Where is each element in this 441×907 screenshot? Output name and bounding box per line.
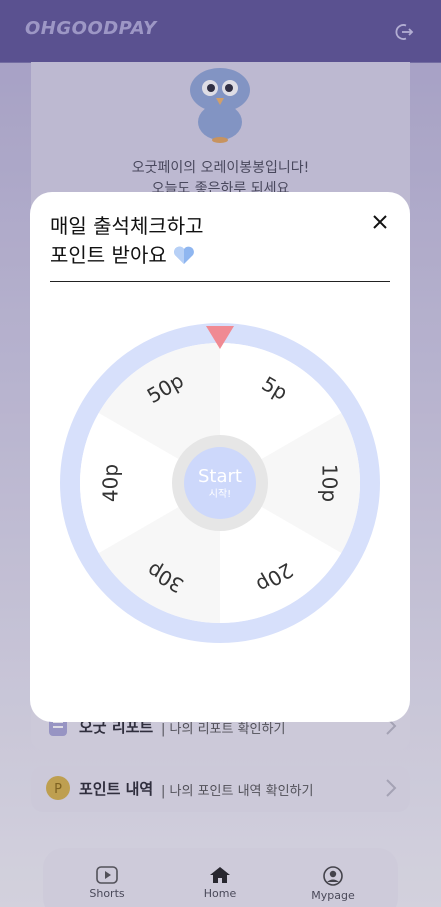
start-button-label: Start [198, 466, 242, 487]
app-header: OHGOODPAY [0, 0, 441, 63]
roulette-wheel: 5p10p20p30p40p50p Start 시작! [60, 323, 380, 643]
app-screen: OHGOODPAY 오굿페이의 오레이봉봉입니다! 오늘도 좋은하루 되세요 오… [0, 0, 441, 907]
wheel-segment-label: 40p [99, 464, 123, 502]
logout-icon[interactable] [394, 22, 414, 42]
brand-logo[interactable]: OHGOODPAY [25, 18, 157, 39]
attendance-modal: 매일 출석체크하고 포인트 받아요 5p 10p 20p 30p 40p 50p Star… [30, 192, 410, 722]
wheel-segment-label: 10p [318, 464, 342, 502]
start-button-sublabel: 시작! [209, 488, 231, 500]
